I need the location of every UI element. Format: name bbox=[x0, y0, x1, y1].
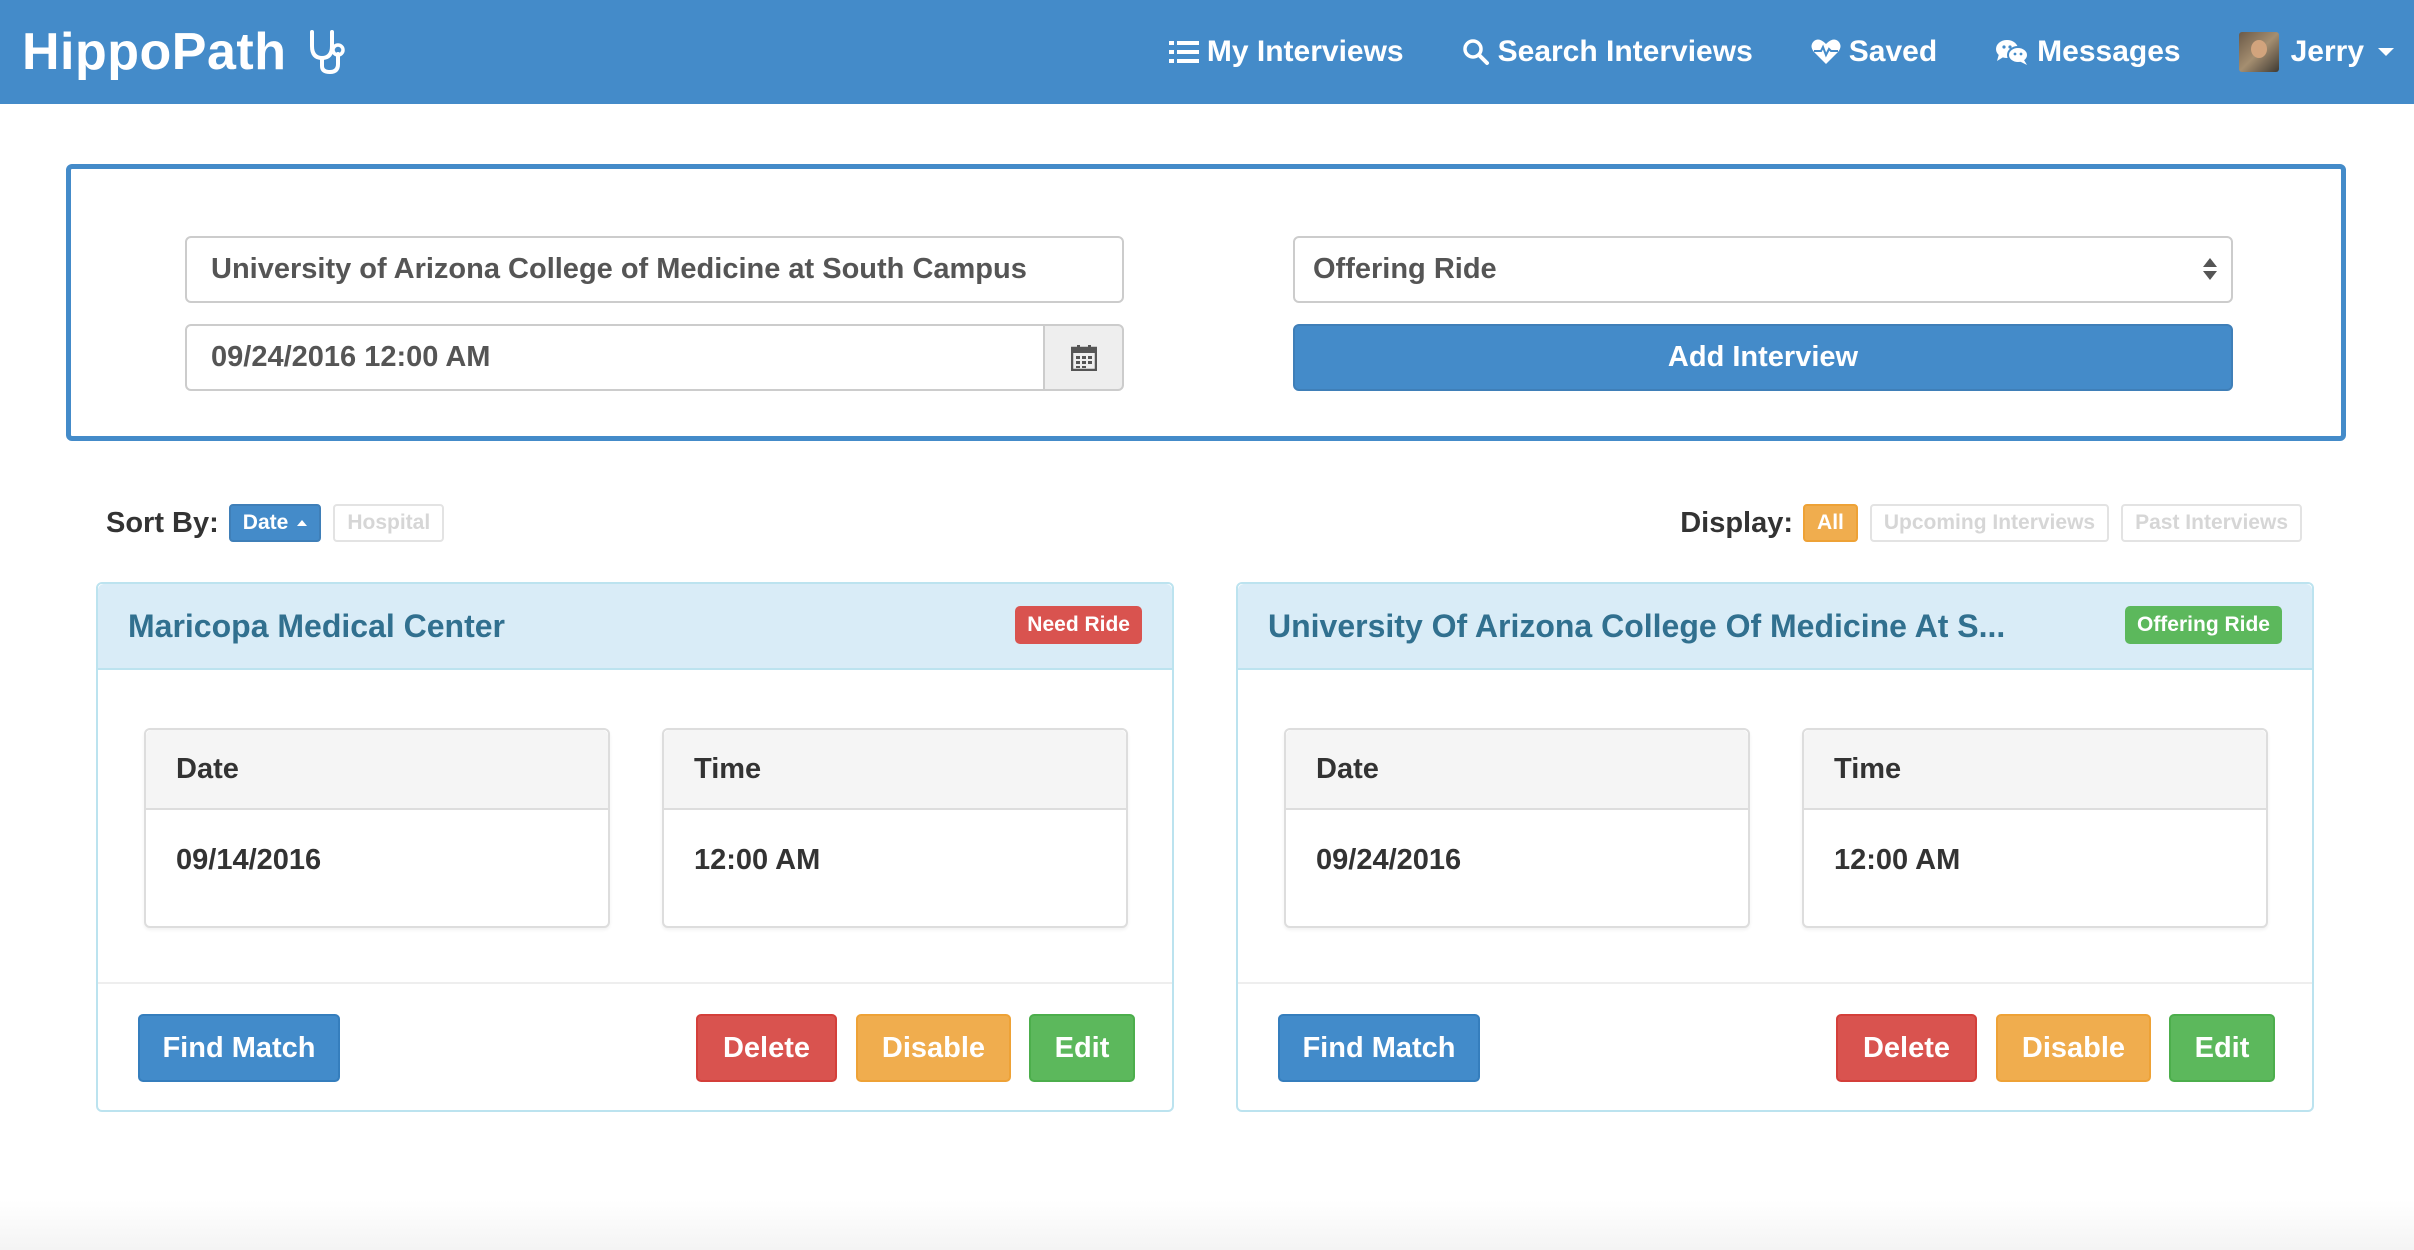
interview-card: University Of Arizona College Of Medicin… bbox=[1236, 582, 2314, 1112]
interview-card: Maricopa Medical Center Need Ride Date 0… bbox=[96, 582, 1174, 1112]
nav-saved-label: Saved bbox=[1848, 35, 1938, 68]
date-box-label: Date bbox=[146, 730, 608, 810]
nav-search-interviews[interactable]: Search Interviews bbox=[1462, 35, 1753, 69]
card-divider bbox=[98, 982, 1172, 984]
card-title[interactable]: University Of Arizona College Of Medicin… bbox=[1268, 608, 2005, 645]
select-arrows-icon bbox=[2203, 258, 2217, 280]
nav-saved[interactable]: Saved bbox=[1811, 35, 1937, 69]
page-footer bbox=[0, 1200, 2414, 1250]
sort-controls: Sort By: Date Hospital bbox=[106, 504, 456, 542]
navbar: HippoPath My Interviews Search Interview… bbox=[0, 0, 2414, 104]
nav-search-interviews-label: Search Interviews bbox=[1497, 35, 1753, 68]
user-menu[interactable]: Jerry bbox=[2238, 32, 2394, 72]
nav-messages-label: Messages bbox=[2037, 35, 2181, 68]
date-time-input[interactable]: 09/24/2016 12:00 AM bbox=[185, 324, 1045, 391]
nav-messages[interactable]: Messages bbox=[1995, 35, 2181, 69]
nav-menu: My Interviews Search Interviews Saved Me… bbox=[1111, 0, 2394, 104]
nav-my-interviews-label: My Interviews bbox=[1206, 35, 1404, 68]
search-icon bbox=[1462, 39, 1489, 65]
date-box-label: Date bbox=[1286, 730, 1748, 810]
date-box-value: 09/24/2016 bbox=[1316, 844, 1462, 876]
display-upcoming-button[interactable]: Upcoming Interviews bbox=[1869, 504, 2110, 542]
delete-button[interactable]: Delete bbox=[1836, 1014, 1977, 1082]
display-past-button[interactable]: Past Interviews bbox=[2121, 504, 2302, 542]
heartbeat-icon bbox=[1811, 39, 1841, 64]
status-badge: Need Ride bbox=[1015, 606, 1142, 644]
chevron-down-icon bbox=[2378, 48, 2394, 56]
calendar-button[interactable] bbox=[1043, 324, 1124, 391]
brand-name: HippoPath bbox=[22, 23, 287, 81]
chat-icon bbox=[1996, 40, 2030, 65]
avatar bbox=[2238, 32, 2279, 72]
time-box: Time 12:00 AM bbox=[1802, 728, 2268, 928]
time-box-value: 12:00 AM bbox=[1834, 844, 1961, 876]
sort-label: Sort By: bbox=[106, 506, 219, 539]
display-controls: Display: All Upcoming Interviews Past In… bbox=[1680, 504, 2302, 542]
date-box-value: 09/14/2016 bbox=[176, 844, 322, 876]
add-interview-form: University of Arizona College of Medicin… bbox=[66, 164, 2346, 441]
nav-my-interviews[interactable]: My Interviews bbox=[1168, 35, 1404, 69]
time-box-value: 12:00 AM bbox=[694, 844, 821, 876]
edit-button[interactable]: Edit bbox=[1029, 1014, 1135, 1082]
date-box: Date 09/24/2016 bbox=[1284, 728, 1750, 928]
ride-type-selected: Offering Ride bbox=[1313, 253, 1497, 285]
time-box-label: Time bbox=[1804, 730, 2266, 810]
hospital-input-value: University of Arizona College of Medicin… bbox=[211, 253, 1027, 285]
calendar-icon bbox=[1070, 344, 1097, 371]
brand-logo[interactable]: HippoPath bbox=[22, 22, 346, 82]
date-time-input-value: 09/24/2016 12:00 AM bbox=[211, 341, 491, 373]
card-header: Maricopa Medical Center Need Ride bbox=[98, 584, 1172, 670]
sort-asc-icon bbox=[297, 520, 308, 526]
card-header: University Of Arizona College Of Medicin… bbox=[1238, 584, 2312, 670]
user-name: Jerry bbox=[2290, 35, 2364, 68]
stethoscope-icon bbox=[310, 30, 346, 75]
time-box: Time 12:00 AM bbox=[662, 728, 1128, 928]
time-box-label: Time bbox=[664, 730, 1126, 810]
find-match-button[interactable]: Find Match bbox=[138, 1014, 340, 1082]
disable-button[interactable]: Disable bbox=[856, 1014, 1011, 1082]
hospital-input[interactable]: University of Arizona College of Medicin… bbox=[185, 236, 1124, 303]
find-match-button[interactable]: Find Match bbox=[1278, 1014, 1480, 1082]
ride-type-select[interactable]: Offering Ride bbox=[1293, 236, 2233, 303]
delete-button[interactable]: Delete bbox=[696, 1014, 837, 1082]
status-badge: Offering Ride bbox=[2124, 606, 2282, 644]
list-icon bbox=[1168, 41, 1199, 63]
edit-button[interactable]: Edit bbox=[2169, 1014, 2275, 1082]
card-title[interactable]: Maricopa Medical Center bbox=[128, 608, 505, 645]
display-label: Display: bbox=[1680, 506, 1794, 539]
sort-date-button[interactable]: Date bbox=[228, 504, 322, 542]
card-divider bbox=[1238, 982, 2312, 984]
sort-hospital-button[interactable]: Hospital bbox=[333, 504, 445, 542]
disable-button[interactable]: Disable bbox=[1996, 1014, 2151, 1082]
sort-date-label: Date bbox=[242, 511, 289, 534]
display-all-button[interactable]: All bbox=[1803, 504, 1858, 542]
date-box: Date 09/14/2016 bbox=[144, 728, 610, 928]
add-interview-button[interactable]: Add Interview bbox=[1293, 324, 2233, 391]
